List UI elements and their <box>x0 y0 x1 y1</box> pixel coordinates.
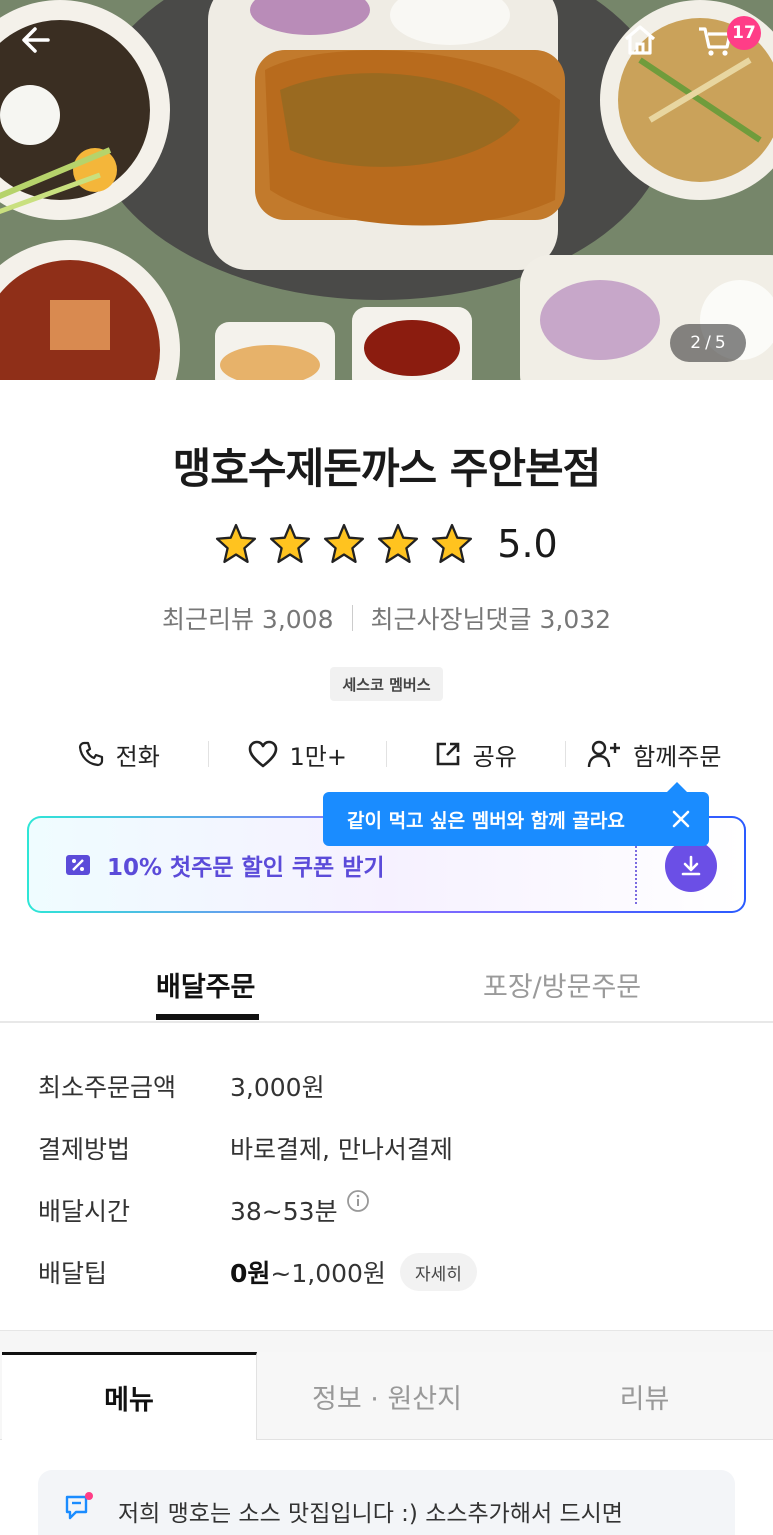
owner-reply-stat[interactable]: 최근사장님댓글 3,032 <box>371 600 612 636</box>
cart-count-badge: 17 <box>727 16 761 50</box>
info-icon[interactable] <box>346 1189 370 1213</box>
page-current: 2 <box>690 333 702 353</box>
share-icon <box>436 742 459 766</box>
delivery-tip-range: ~1,000원 <box>270 1259 386 1288</box>
tip-detail-button[interactable]: 자세히 <box>399 1253 477 1291</box>
back-button[interactable] <box>18 22 74 78</box>
payment-value: 바로결제, 만나서결제 <box>230 1135 453 1164</box>
delivery-tip-label: 배달팁 <box>38 1259 108 1288</box>
page-separator: / <box>705 333 711 353</box>
recent-review-label: 최근리뷰 <box>161 605 254 634</box>
store-action-row: 전화 1만+ 공유 함께주문 <box>30 728 743 780</box>
close-icon[interactable] <box>669 807 693 831</box>
like-button[interactable]: 1만+ <box>209 737 387 772</box>
order-type-tabs: 배달주문 포장/방문주문 <box>0 955 773 1023</box>
delivery-tip-min: 0원 <box>230 1259 271 1288</box>
section-divider <box>0 1330 773 1352</box>
star-icon <box>324 523 365 564</box>
payment-row: 결제방법 바로결제, 만나서결제 <box>38 1128 453 1168</box>
notice-icon <box>65 1492 93 1520</box>
min-order-label: 최소주문금액 <box>38 1073 177 1102</box>
star-icon <box>378 523 419 564</box>
tab-delivery[interactable]: 배달주문 <box>156 965 255 1004</box>
payment-label: 결제방법 <box>38 1135 131 1164</box>
call-label: 전화 <box>115 742 160 771</box>
phone-icon <box>78 741 103 767</box>
notice-text: 저희 맹호는 소스 맛집입니다 :) 소스추가해서 드시면 <box>118 1501 623 1527</box>
delivery-tip-row: 배달팁 0원 ~1,000원 자세히 <box>38 1252 477 1292</box>
rating-row[interactable]: 5.0 <box>0 516 773 572</box>
tab-info-origin[interactable]: 정보 · 원산지 <box>258 1352 516 1440</box>
star-icon <box>270 523 311 564</box>
min-order-row: 최소주문금액 3,000원 <box>38 1066 325 1106</box>
image-page-indicator: 2 / 5 <box>670 324 746 362</box>
delivery-time-value-wrap: 38~53분 <box>230 1189 370 1228</box>
call-button[interactable]: 전화 <box>30 737 208 772</box>
owner-reply-count: 3,032 <box>539 605 612 634</box>
store-name: 맹호수제돈까스 주안본점 <box>172 444 602 493</box>
group-order-icon <box>587 740 621 768</box>
group-order-tooltip: 같이 먹고 싶은 멤버와 함께 골라요 <box>323 782 709 846</box>
tab-menu[interactable]: 메뉴 <box>2 1352 257 1440</box>
home-icon <box>624 25 656 55</box>
tab-pickup[interactable]: 포장/방문주문 <box>483 965 641 1004</box>
home-button[interactable] <box>622 22 678 78</box>
coupon-label-row: 10% 첫주문 할인 쿠폰 받기 <box>65 848 385 882</box>
delivery-time-label: 배달시간 <box>38 1197 131 1226</box>
download-icon <box>681 855 701 876</box>
recent-review-count: 3,008 <box>261 605 334 634</box>
group-order-button[interactable]: 함께주문 <box>566 737 744 772</box>
star-icon <box>216 523 257 564</box>
delivery-tip-value: 0원 ~1,000원 자세히 <box>230 1253 477 1291</box>
arrow-left-icon <box>22 27 50 53</box>
divider <box>351 605 353 631</box>
tooltip-text: 같이 먹고 싶은 멤버와 함께 골라요 <box>347 809 625 832</box>
min-order-value: 3,000원 <box>230 1073 325 1102</box>
store-hero-image[interactable]: 17 2 / 5 <box>0 0 773 380</box>
rating-value: 5.0 <box>497 522 558 566</box>
delivery-time-row: 배달시간 38~53분 <box>38 1190 370 1230</box>
member-badge: 세스코 멤버스 <box>330 667 443 701</box>
tab-reviews[interactable]: 리뷰 <box>516 1352 773 1440</box>
owner-notice[interactable]: 저희 맹호는 소스 맛집입니다 :) 소스추가해서 드시면 <box>38 1470 735 1535</box>
coupon-label: 10% 첫주문 할인 쿠폰 받기 <box>107 855 385 881</box>
active-tab-indicator <box>156 1014 259 1020</box>
coupon-download-button[interactable] <box>665 840 717 892</box>
coupon-icon <box>66 855 90 875</box>
delivery-time-value: 38~53분 <box>230 1197 338 1226</box>
recent-review-stat[interactable]: 최근리뷰 3,008 <box>162 600 334 636</box>
share-label: 공유 <box>472 742 517 771</box>
review-stats[interactable]: 최근리뷰 3,008 최근사장님댓글 3,032 <box>0 600 773 636</box>
owner-reply-label: 최근사장님댓글 <box>370 605 532 634</box>
star-icon <box>432 523 473 564</box>
heart-icon <box>248 740 277 768</box>
group-order-label: 함께주문 <box>633 742 722 771</box>
share-button[interactable]: 공유 <box>387 737 565 772</box>
like-count: 1만+ <box>289 742 347 771</box>
page-total: 5 <box>714 333 726 353</box>
store-content-tabs: 메뉴 정보 · 원산지 리뷰 <box>0 1352 773 1440</box>
